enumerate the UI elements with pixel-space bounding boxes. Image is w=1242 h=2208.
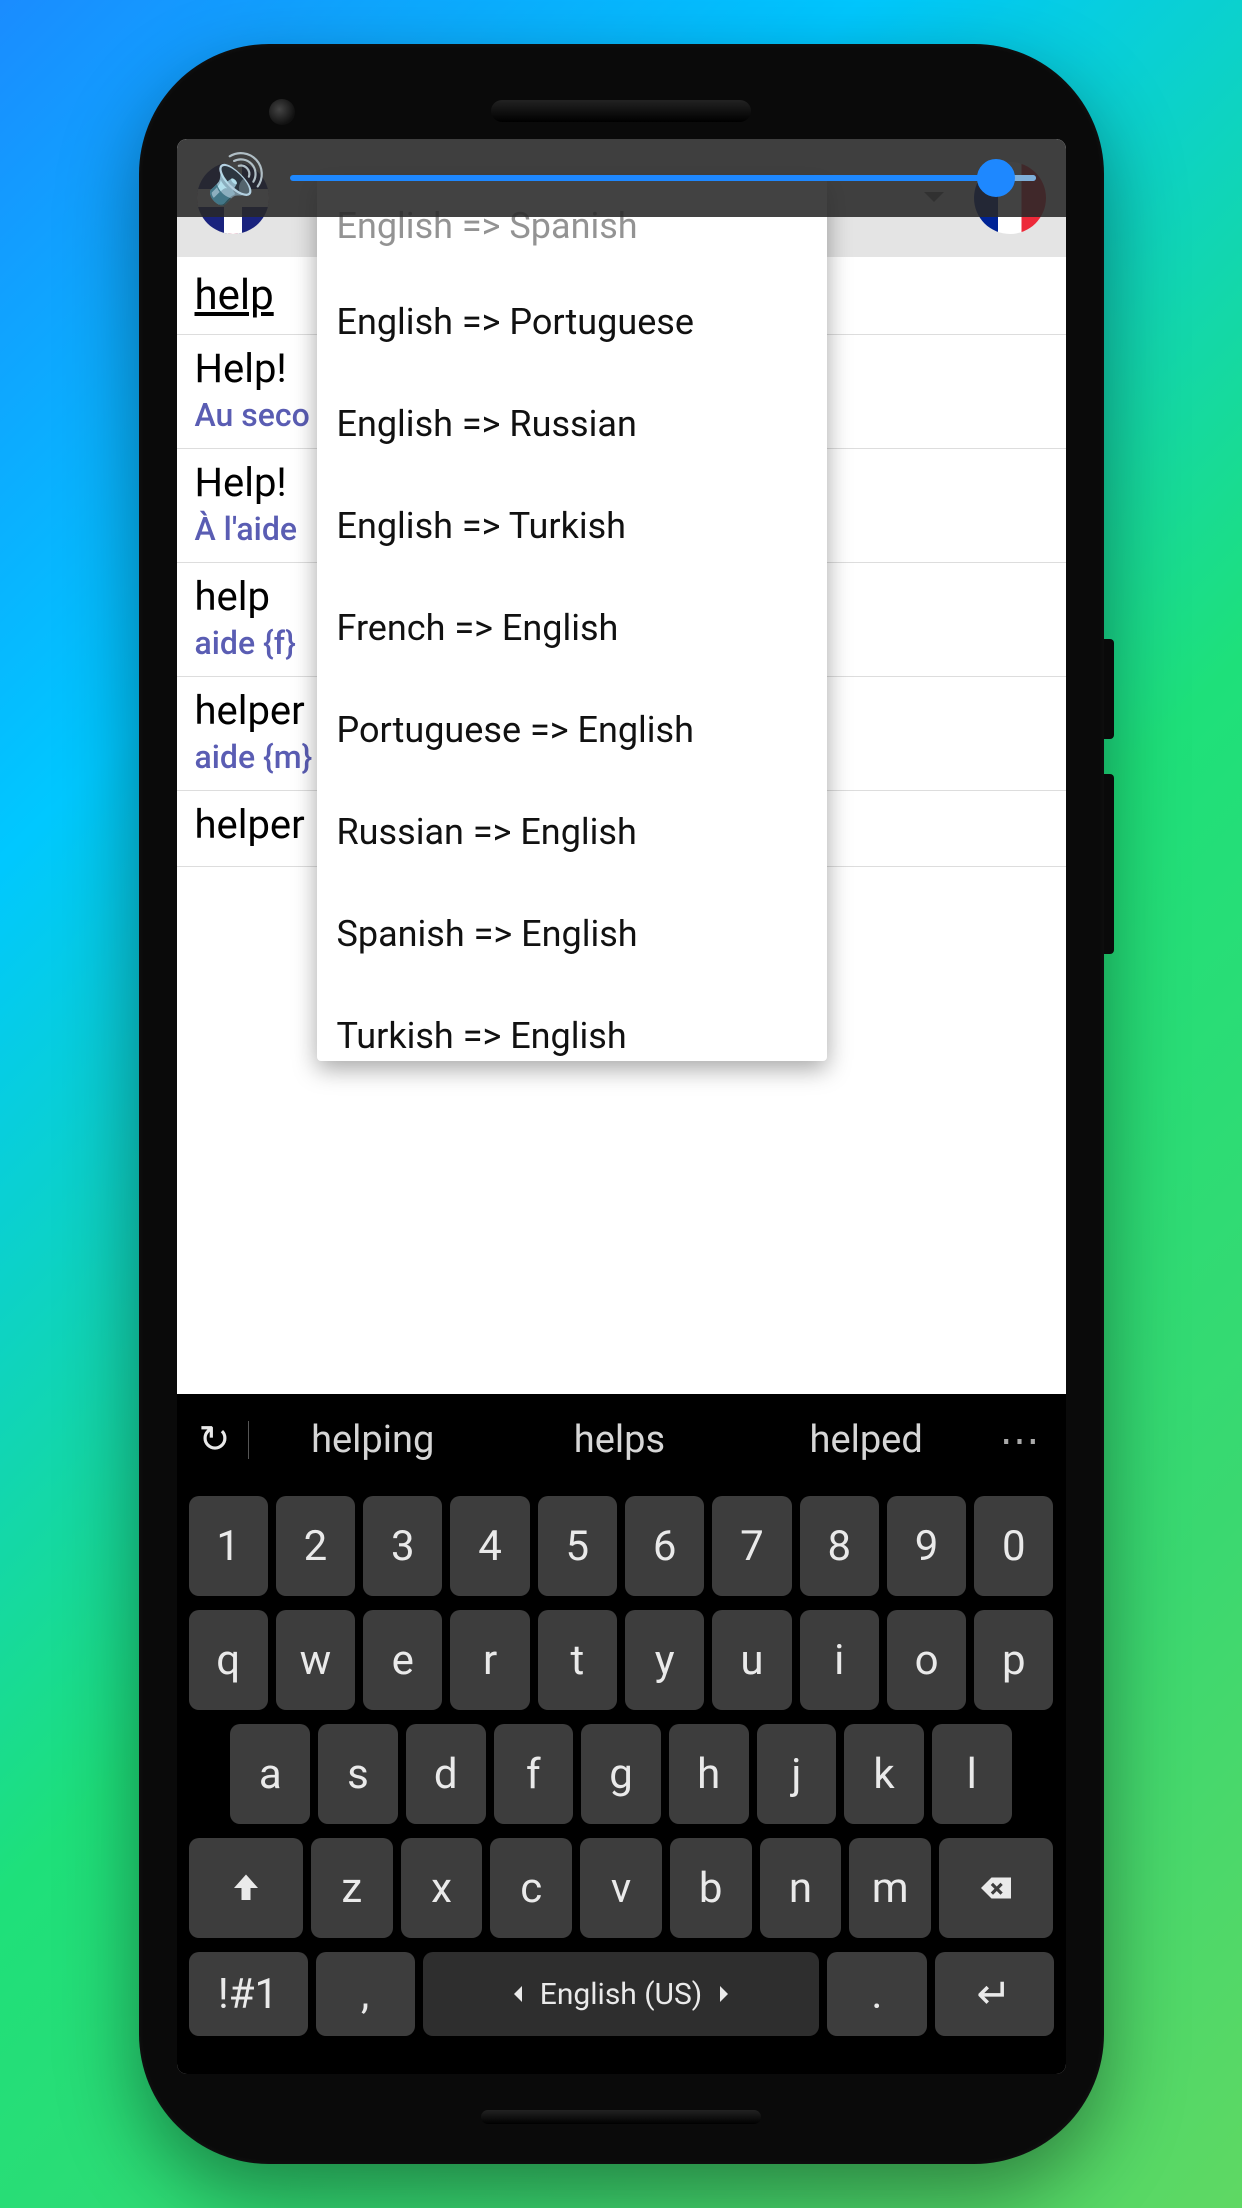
volume-overlay[interactable]: 🔊 — [177, 139, 1066, 217]
key-comma[interactable]: , — [316, 1952, 415, 2036]
dropdown-item[interactable]: French => English — [317, 577, 827, 679]
key-8[interactable]: 8 — [800, 1496, 879, 1596]
dropdown-item[interactable]: English => Russian — [317, 373, 827, 475]
key-7[interactable]: 7 — [712, 1496, 791, 1596]
key-e[interactable]: e — [363, 1610, 442, 1710]
key-d[interactable]: d — [406, 1724, 486, 1824]
suggestion[interactable]: helped — [743, 1418, 990, 1462]
cycle-icon[interactable]: ↻ — [199, 1421, 250, 1459]
key-4[interactable]: 4 — [450, 1496, 529, 1596]
key-q[interactable]: q — [189, 1610, 268, 1710]
space-label: English (US) — [540, 1977, 702, 2012]
key-3[interactable]: 3 — [363, 1496, 442, 1596]
key-s[interactable]: s — [318, 1724, 398, 1824]
key-symbols[interactable]: !#1 — [189, 1952, 308, 2036]
key-j[interactable]: j — [757, 1724, 837, 1824]
key-o[interactable]: o — [887, 1610, 966, 1710]
key-g[interactable]: g — [581, 1724, 661, 1824]
key-shift[interactable] — [189, 1838, 303, 1938]
key-p[interactable]: p — [974, 1610, 1053, 1710]
key-row: !#1 , English (US) . ↵ — [189, 1952, 1054, 2036]
phone-side-button — [1104, 774, 1114, 954]
key-y[interactable]: y — [625, 1610, 704, 1710]
key-5[interactable]: 5 — [538, 1496, 617, 1596]
key-a[interactable]: a — [230, 1724, 310, 1824]
key-k[interactable]: k — [844, 1724, 924, 1824]
dropdown-item[interactable]: Portuguese => English — [317, 679, 827, 781]
key-r[interactable]: r — [450, 1610, 529, 1710]
chevron-left-icon — [506, 1986, 522, 2002]
key-u[interactable]: u — [712, 1610, 791, 1710]
key-period[interactable]: . — [827, 1952, 926, 2036]
key-h[interactable]: h — [669, 1724, 749, 1824]
soft-keyboard: ↻ helping helps helped ⋯ 1 2 3 4 5 6 7 8… — [177, 1394, 1066, 2074]
phone-frame: 🔊 help Help! Au seco Help! À l'aide help — [139, 44, 1104, 2164]
language-dropdown[interactable]: English => Spanish English => Portuguese… — [317, 177, 827, 1061]
key-row: q w e r t y u i o p — [189, 1610, 1054, 1710]
key-m[interactable]: m — [849, 1838, 931, 1938]
key-z[interactable]: z — [311, 1838, 393, 1938]
key-f[interactable]: f — [494, 1724, 574, 1824]
suggestion-bar: ↻ helping helps helped ⋯ — [177, 1394, 1066, 1486]
chevron-right-icon — [720, 1986, 736, 2002]
key-v[interactable]: v — [580, 1838, 662, 1938]
key-t[interactable]: t — [538, 1610, 617, 1710]
key-0[interactable]: 0 — [974, 1496, 1053, 1596]
key-2[interactable]: 2 — [276, 1496, 355, 1596]
key-b[interactable]: b — [670, 1838, 752, 1938]
key-backspace[interactable] — [939, 1838, 1053, 1938]
key-6[interactable]: 6 — [625, 1496, 704, 1596]
key-1[interactable]: 1 — [189, 1496, 268, 1596]
more-icon[interactable]: ⋯ — [990, 1417, 1044, 1464]
key-x[interactable]: x — [401, 1838, 483, 1938]
suggestion[interactable]: helping — [249, 1418, 496, 1462]
key-c[interactable]: c — [490, 1838, 572, 1938]
key-space[interactable]: English (US) — [423, 1952, 820, 2036]
key-9[interactable]: 9 — [887, 1496, 966, 1596]
key-row: a s d f g h j k l — [189, 1724, 1054, 1824]
screen: 🔊 help Help! Au seco Help! À l'aide help — [177, 139, 1066, 2074]
volume-icon: 🔊 — [207, 150, 267, 207]
phone-bottom-speaker — [481, 2110, 761, 2124]
key-n[interactable]: n — [760, 1838, 842, 1938]
dropdown-item[interactable]: Russian => English — [317, 781, 827, 883]
dropdown-item[interactable]: Spanish => English — [317, 883, 827, 985]
phone-speaker — [491, 100, 751, 122]
dropdown-item[interactable]: English => Portuguese — [317, 271, 827, 373]
key-row: 1 2 3 4 5 6 7 8 9 0 — [189, 1496, 1054, 1596]
key-w[interactable]: w — [276, 1610, 355, 1710]
key-i[interactable]: i — [800, 1610, 879, 1710]
dropdown-item[interactable]: English => Turkish — [317, 475, 827, 577]
volume-slider[interactable] — [290, 175, 1035, 181]
phone-side-button — [1104, 639, 1114, 739]
suggestion[interactable]: helps — [496, 1418, 743, 1462]
key-enter[interactable]: ↵ — [935, 1952, 1054, 2036]
dropdown-item[interactable]: Turkish => English — [317, 985, 827, 1061]
key-row: z x c v b n m — [189, 1838, 1054, 1938]
key-l[interactable]: l — [932, 1724, 1012, 1824]
